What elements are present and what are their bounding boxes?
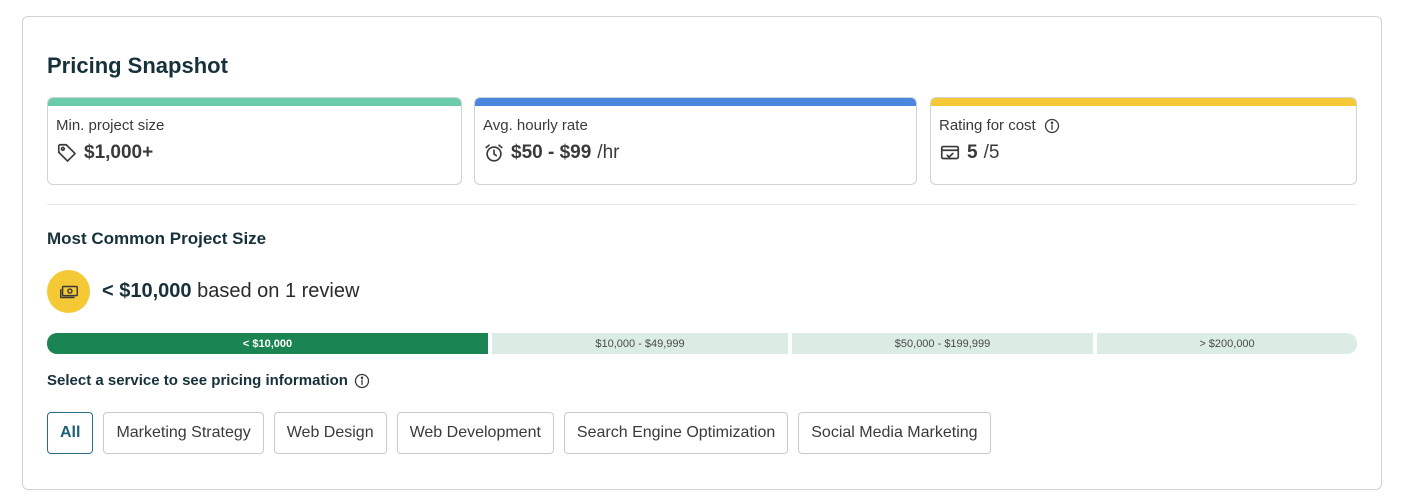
common-project-size-detail: based on 1 review bbox=[197, 280, 360, 302]
stat-label: Avg. hourly rate bbox=[483, 117, 588, 134]
stat-value-row: 5 /5 bbox=[939, 142, 999, 164]
accent-bar bbox=[475, 98, 916, 106]
stat-suffix: /5 bbox=[983, 142, 1000, 163]
card-check-icon bbox=[939, 142, 961, 164]
stat-label-row: Rating for cost bbox=[939, 117, 1060, 134]
stat-value-row: $1,000+ bbox=[56, 142, 153, 164]
range-segment: < $10,000 bbox=[47, 333, 488, 354]
accent-bar bbox=[931, 98, 1356, 106]
range-segment: $10,000 - $49,999 bbox=[492, 333, 788, 354]
service-filter-chips: All Marketing Strategy Web Design Web De… bbox=[47, 412, 991, 454]
common-project-size-text: < $10,000 based on 1 review bbox=[102, 280, 359, 303]
page-title: Pricing Snapshot bbox=[47, 53, 228, 78]
divider bbox=[47, 204, 1357, 205]
accent-bar bbox=[48, 98, 461, 106]
info-icon[interactable] bbox=[354, 373, 370, 389]
range-segment: $50,000 - $199,999 bbox=[792, 333, 1093, 354]
common-project-size-row: < $10,000 based on 1 review bbox=[47, 270, 359, 313]
money-icon bbox=[47, 270, 90, 313]
pricing-snapshot-panel: Pricing Snapshot Min. project size $1,00… bbox=[22, 16, 1382, 490]
range-segment: > $200,000 bbox=[1097, 333, 1357, 354]
stat-value: $50 - $99 bbox=[511, 142, 592, 163]
stat-suffix: /hr bbox=[597, 142, 620, 163]
service-chip-seo[interactable]: Search Engine Optimization bbox=[563, 412, 789, 454]
stat-card-min-project-size: Min. project size $1,000+ bbox=[47, 97, 462, 185]
stat-card-rating-for-cost: Rating for cost 5 /5 bbox=[930, 97, 1357, 185]
service-chip-web-development[interactable]: Web Development bbox=[396, 412, 554, 454]
section-title-common-project-size: Most Common Project Size bbox=[47, 229, 267, 248]
service-chip-all[interactable]: All bbox=[47, 412, 94, 454]
stat-value: 5 bbox=[967, 142, 978, 163]
info-icon[interactable] bbox=[1044, 118, 1060, 134]
alarm-clock-icon bbox=[483, 142, 505, 164]
stat-card-avg-hourly-rate: Avg. hourly rate $50 - $99 /hr bbox=[474, 97, 917, 185]
stat-value-row: $50 - $99 /hr bbox=[483, 142, 619, 164]
service-prompt-row: Select a service to see pricing informat… bbox=[47, 372, 370, 389]
service-chip-marketing-strategy[interactable]: Marketing Strategy bbox=[103, 412, 264, 454]
service-prompt-text: Select a service to see pricing informat… bbox=[47, 372, 348, 389]
stat-label: Rating for cost bbox=[939, 117, 1036, 134]
tag-icon bbox=[56, 142, 78, 164]
project-size-range-bar: < $10,000 $10,000 - $49,999 $50,000 - $1… bbox=[47, 333, 1357, 354]
service-chip-web-design[interactable]: Web Design bbox=[273, 412, 387, 454]
stat-value: $1,000+ bbox=[84, 142, 154, 163]
service-chip-social-media-marketing[interactable]: Social Media Marketing bbox=[798, 412, 991, 454]
common-project-size-value: < $10,000 bbox=[102, 280, 192, 302]
stat-label: Min. project size bbox=[56, 117, 165, 134]
